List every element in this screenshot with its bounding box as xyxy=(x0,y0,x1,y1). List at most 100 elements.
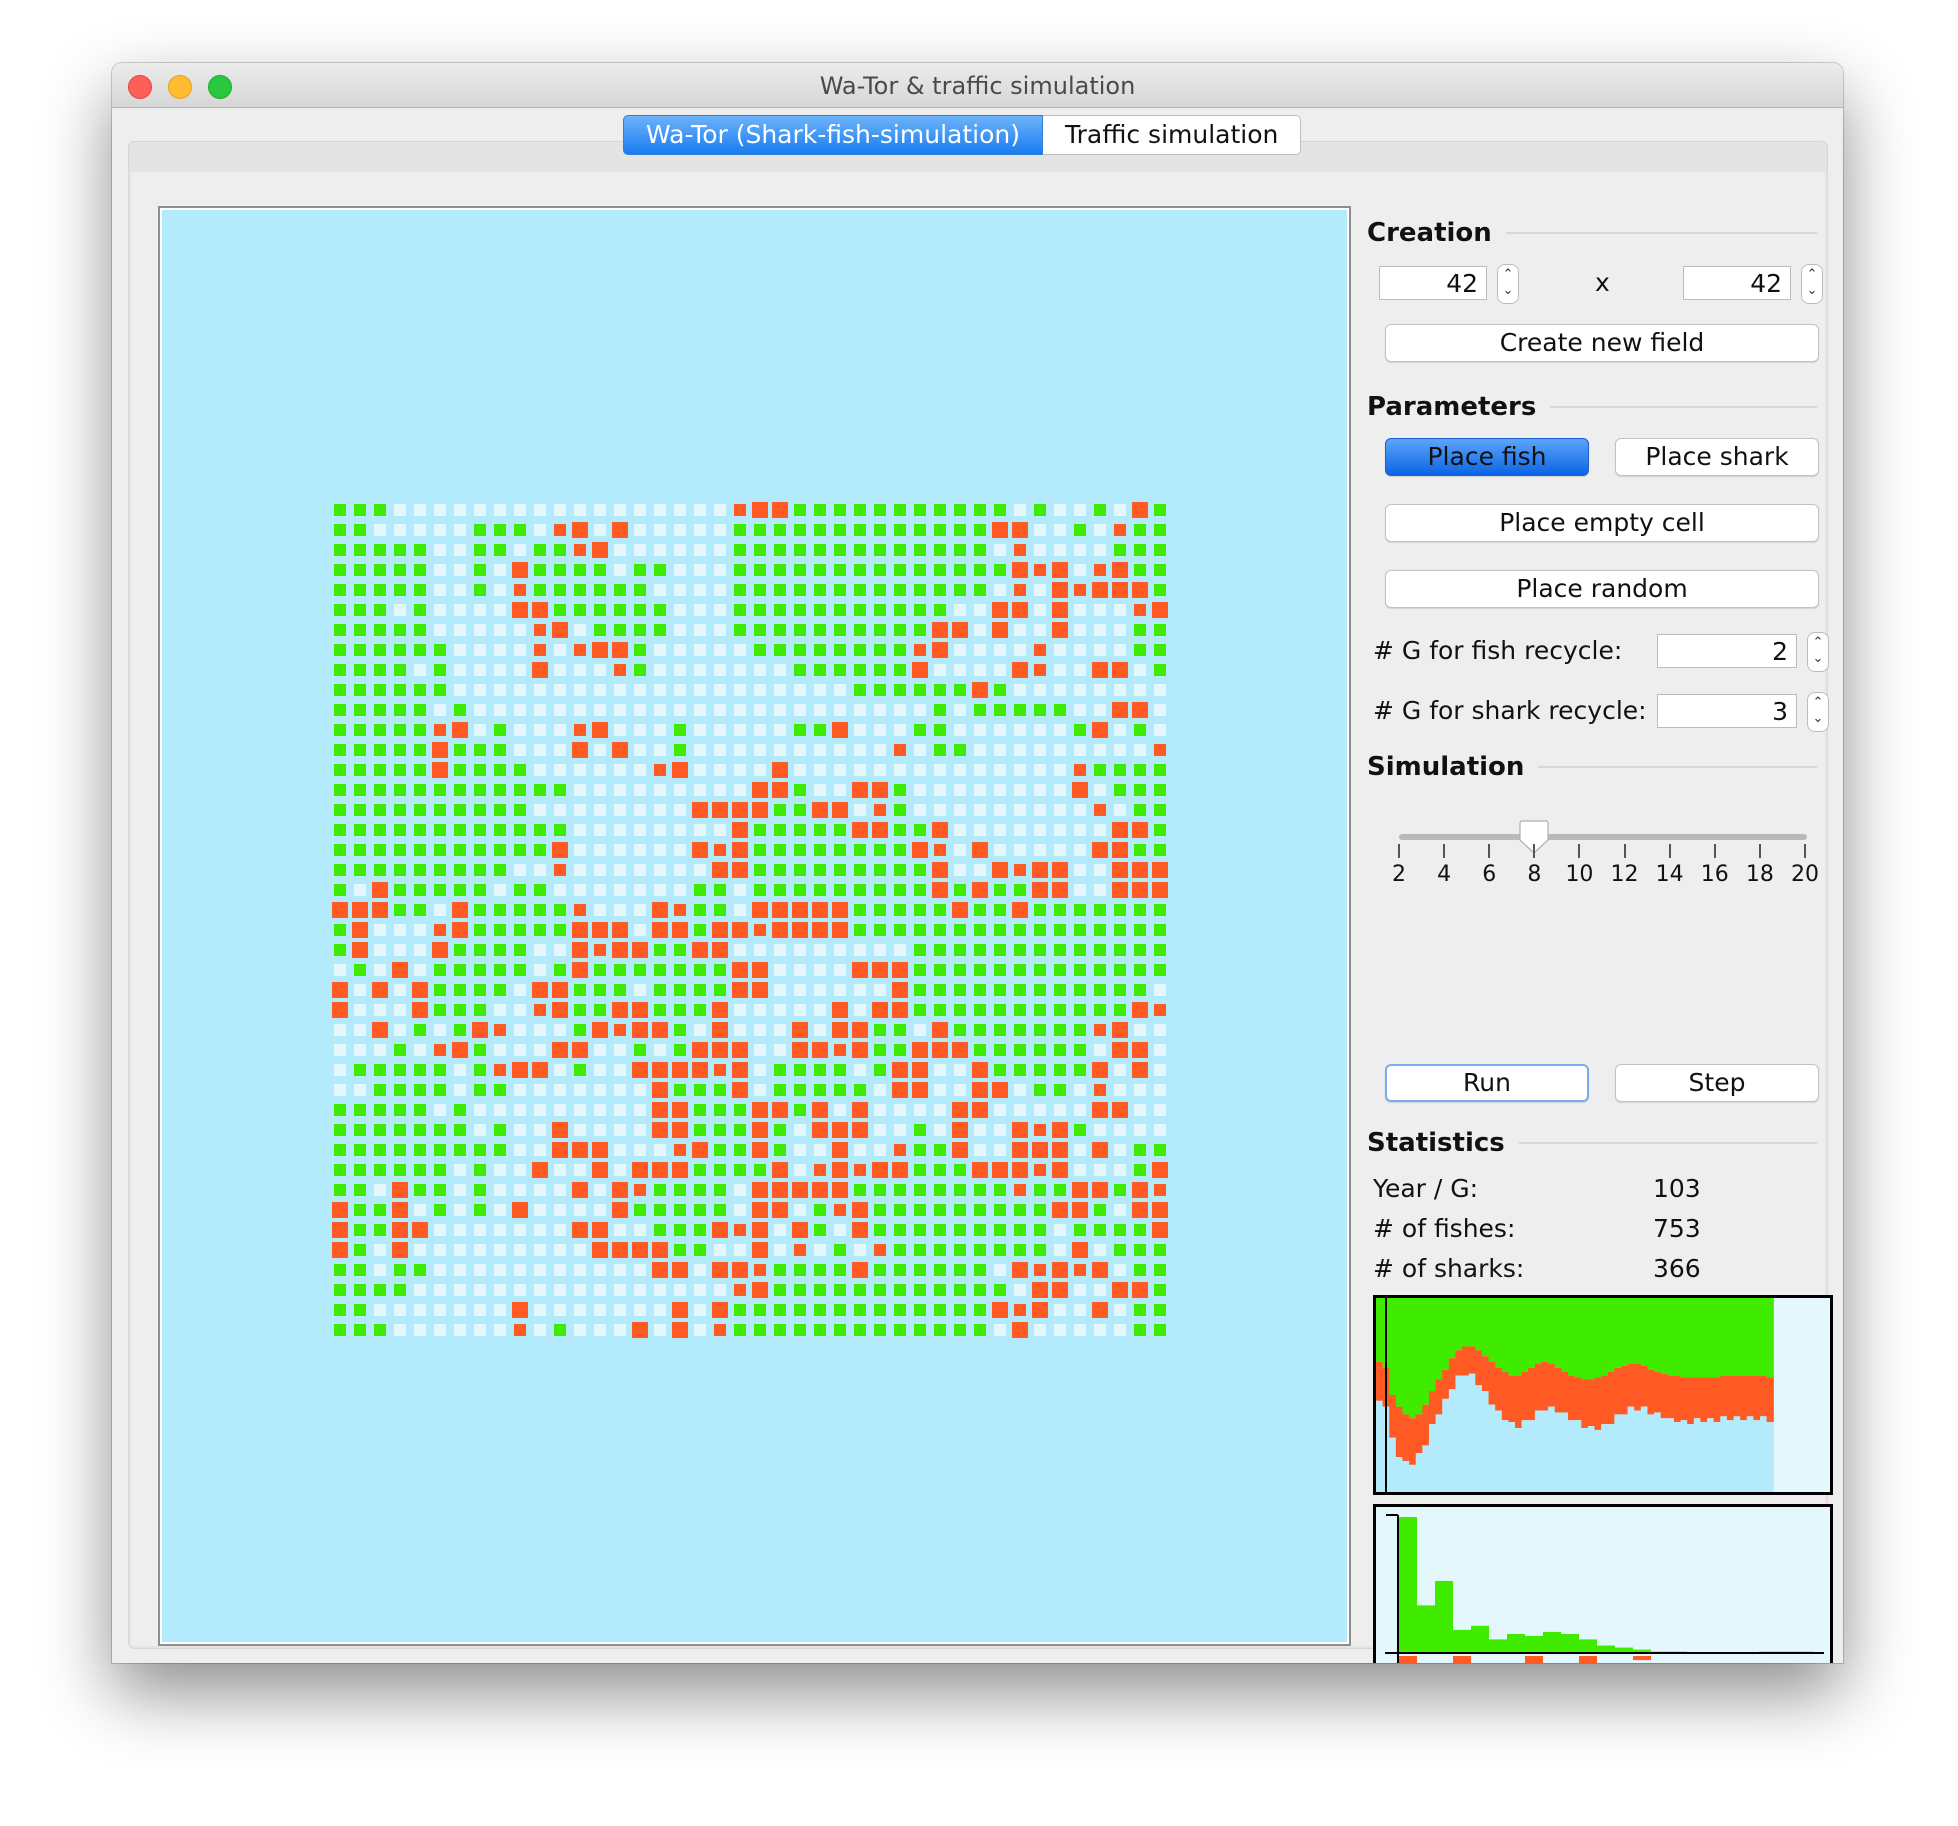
fish-cell[interactable] xyxy=(594,624,606,636)
shark-cell[interactable] xyxy=(834,1044,846,1056)
fish-cell[interactable] xyxy=(774,644,786,656)
fish-cell[interactable] xyxy=(354,1124,366,1136)
fish-cell[interactable] xyxy=(794,1084,806,1096)
empty-cell[interactable] xyxy=(974,804,986,816)
fish-cell[interactable] xyxy=(834,864,846,876)
fish-cell[interactable] xyxy=(1034,1204,1046,1216)
fish-cell[interactable] xyxy=(534,824,546,836)
shark-cell[interactable] xyxy=(1052,1122,1068,1138)
empty-cell[interactable] xyxy=(614,1044,626,1056)
shark-cell[interactable] xyxy=(894,1144,906,1156)
shark-cell[interactable] xyxy=(752,502,768,518)
empty-cell[interactable] xyxy=(994,544,1006,556)
empty-cell[interactable] xyxy=(934,784,946,796)
empty-cell[interactable] xyxy=(634,884,646,896)
empty-cell[interactable] xyxy=(1074,644,1086,656)
fish-cell[interactable] xyxy=(634,604,646,616)
empty-cell[interactable] xyxy=(534,1044,546,1056)
fish-cell[interactable] xyxy=(374,684,386,696)
empty-cell[interactable] xyxy=(754,764,766,776)
fish-cell[interactable] xyxy=(374,1224,386,1236)
fish-cell[interactable] xyxy=(354,1104,366,1116)
fish-cell[interactable] xyxy=(494,784,506,796)
shark-cell[interactable] xyxy=(732,1042,748,1058)
empty-cell[interactable] xyxy=(714,524,726,536)
fish-cell[interactable] xyxy=(1014,964,1026,976)
fish-cell[interactable] xyxy=(514,844,526,856)
fish-cell[interactable] xyxy=(974,1184,986,1196)
shark-cell[interactable] xyxy=(872,1162,888,1178)
fish-cell[interactable] xyxy=(934,1324,946,1336)
fish-cell[interactable] xyxy=(1134,1324,1146,1336)
empty-cell[interactable] xyxy=(354,1024,366,1036)
shark-cell[interactable] xyxy=(1012,902,1028,918)
fish-cell[interactable] xyxy=(1074,1044,1086,1056)
fish-cell[interactable] xyxy=(1074,944,1086,956)
fish-cell[interactable] xyxy=(734,1124,746,1136)
shark-cell[interactable] xyxy=(1032,1302,1048,1318)
fish-cell[interactable] xyxy=(374,584,386,596)
fish-cell[interactable] xyxy=(334,504,346,516)
fish-cell[interactable] xyxy=(1154,784,1166,796)
shark-cell[interactable] xyxy=(1092,1062,1108,1078)
shark-cell[interactable] xyxy=(1032,1142,1048,1158)
fish-cell[interactable] xyxy=(674,1244,686,1256)
empty-cell[interactable] xyxy=(714,604,726,616)
fish-cell[interactable] xyxy=(394,644,406,656)
shark-cell[interactable] xyxy=(1012,662,1028,678)
empty-cell[interactable] xyxy=(994,724,1006,736)
fish-cell[interactable] xyxy=(374,1204,386,1216)
empty-cell[interactable] xyxy=(814,704,826,716)
shark-cell[interactable] xyxy=(892,1082,908,1098)
shark-cell[interactable] xyxy=(1114,524,1126,536)
empty-cell[interactable] xyxy=(914,744,926,756)
shark-cell[interactable] xyxy=(552,1002,568,1018)
empty-cell[interactable] xyxy=(1094,864,1106,876)
fish-cell[interactable] xyxy=(774,624,786,636)
empty-cell[interactable] xyxy=(1034,804,1046,816)
fish-cell[interactable] xyxy=(774,1324,786,1336)
empty-cell[interactable] xyxy=(1074,1164,1086,1176)
shark-cell[interactable] xyxy=(752,1122,768,1138)
shark-cell[interactable] xyxy=(592,1222,608,1238)
fish-cell[interactable] xyxy=(634,964,646,976)
fish-cell[interactable] xyxy=(514,804,526,816)
fish-cell[interactable] xyxy=(334,1324,346,1336)
shark-cell[interactable] xyxy=(752,802,768,818)
fish-cell[interactable] xyxy=(934,984,946,996)
fish-cell[interactable] xyxy=(854,604,866,616)
fish-cell[interactable] xyxy=(974,1224,986,1236)
empty-cell[interactable] xyxy=(594,804,606,816)
empty-cell[interactable] xyxy=(854,744,866,756)
fish-cell[interactable] xyxy=(1134,1144,1146,1156)
fish-cell[interactable] xyxy=(954,564,966,576)
fish-cell[interactable] xyxy=(874,1064,886,1076)
shark-cell[interactable] xyxy=(612,1242,628,1258)
fish-cell[interactable] xyxy=(334,864,346,876)
empty-cell[interactable] xyxy=(994,1104,1006,1116)
fish-cell[interactable] xyxy=(874,1284,886,1296)
shark-cell[interactable] xyxy=(434,1044,446,1056)
shark-cell[interactable] xyxy=(434,924,446,936)
fish-cell[interactable] xyxy=(354,604,366,616)
empty-cell[interactable] xyxy=(454,584,466,596)
fish-cell[interactable] xyxy=(1014,704,1026,716)
fish-cell[interactable] xyxy=(834,564,846,576)
fish-cell[interactable] xyxy=(1094,904,1106,916)
empty-cell[interactable] xyxy=(534,724,546,736)
empty-cell[interactable] xyxy=(514,684,526,696)
empty-cell[interactable] xyxy=(494,1264,506,1276)
empty-cell[interactable] xyxy=(1094,784,1106,796)
shark-cell[interactable] xyxy=(832,922,848,938)
shark-cell[interactable] xyxy=(1012,1262,1028,1278)
fish-cell[interactable] xyxy=(814,524,826,536)
fish-cell[interactable] xyxy=(974,984,986,996)
empty-cell[interactable] xyxy=(1054,744,1066,756)
shark-cell[interactable] xyxy=(392,1242,408,1258)
shark-cell[interactable] xyxy=(872,782,888,798)
fish-cell[interactable] xyxy=(494,1084,506,1096)
fish-cell[interactable] xyxy=(854,1184,866,1196)
empty-cell[interactable] xyxy=(574,1284,586,1296)
empty-cell[interactable] xyxy=(474,1124,486,1136)
shark-cell[interactable] xyxy=(912,662,928,678)
